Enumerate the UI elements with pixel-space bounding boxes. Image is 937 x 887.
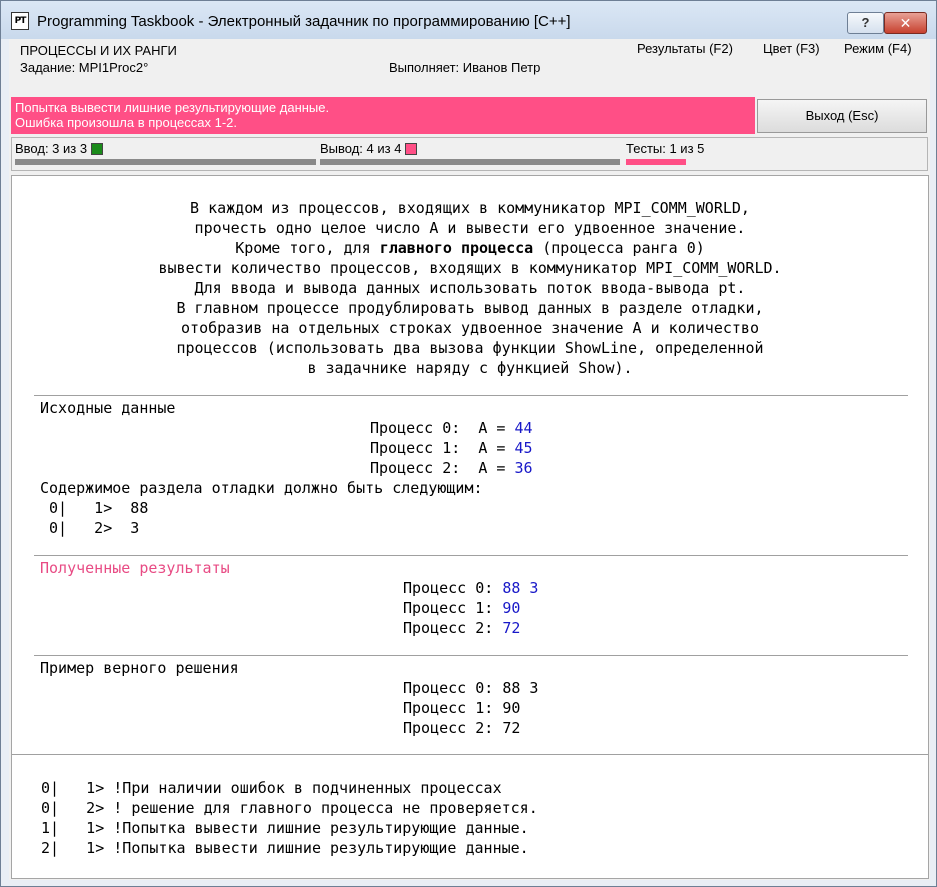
result-row-label: Процесс 2: (403, 619, 503, 637)
task-text-pane[interactable]: В каждом из процессов, входящих в коммун… (11, 175, 929, 879)
color-menu-item[interactable]: Цвет (F3) (763, 41, 820, 56)
author-name: Выполняет: Иванов Петр (389, 60, 541, 75)
error-location: Ошибка произошла в процессах 1-2. (15, 115, 238, 130)
help-button[interactable]: ? (847, 12, 884, 34)
example-row: Процесс 0: 88 3 (403, 679, 539, 697)
input-row-value: 44 (514, 419, 533, 437)
debug-output-line: 1| 1> !Попытка вывести лишние результиру… (32, 819, 529, 837)
debug-tab-0[interactable]: 0 (85, 878, 100, 879)
input-progress-bar (15, 159, 316, 165)
example-row: Процесс 2: 72 (403, 719, 521, 737)
problem-line: Для ввода и вывода данных использовать п… (194, 279, 746, 297)
result-row-label: Процесс 1: (403, 599, 503, 617)
debug-tab-1[interactable]: 1 (100, 878, 115, 879)
problem-line: В главном процессе продублировать вывод … (176, 299, 764, 317)
result-row-value: 90 (502, 599, 521, 617)
task-name: Задание: MPI1Proc2° (20, 60, 149, 75)
output-progress-bar (320, 159, 620, 165)
main-window: PT Programming Taskbook - Электронный за… (0, 0, 937, 887)
debug-output-line: 2| 1> !Попытка вывести лишние результиру… (32, 839, 529, 857)
input-row-label: Процесс 0: A = (370, 419, 515, 437)
problem-emphasis: главного процесса (379, 239, 534, 257)
tests-status: Тесты: 1 из 5 (626, 141, 705, 156)
input-row-value: 36 (514, 459, 533, 477)
debug-tab-all[interactable]: * (70, 878, 85, 879)
input-status-indicator (91, 143, 104, 155)
input-row-label: Процесс 2: A = (370, 459, 515, 477)
debug-expected-line: 0| 2> 3 (40, 519, 140, 537)
input-row-value: 45 (514, 439, 533, 457)
input-section-title: Исходные данные (40, 399, 176, 417)
mode-menu-item[interactable]: Режим (F4) (844, 41, 912, 56)
results-menu-item[interactable]: Результаты (F2) (637, 41, 733, 56)
debug-tab-2[interactable]: 2 (116, 878, 131, 879)
example-row: Процесс 1: 90 (403, 699, 521, 717)
result-row-value: 88 3 (502, 579, 539, 597)
result-row: Процесс 1: 90 (403, 598, 520, 618)
output-status-indicator (405, 143, 418, 155)
problem-line: В каждом из процессов, входящих в коммун… (190, 199, 750, 217)
result-row: Процесс 0: 88 3 (403, 578, 538, 598)
result-row-label: Процесс 0: (403, 579, 503, 597)
debug-expected-title: Содержимое раздела отладки должно быть с… (40, 479, 483, 497)
input-status-text: Ввод: 3 из 3 (15, 141, 88, 156)
status-row: Ввод: 3 из 3 Вывод: 4 из 4 Тесты: 1 из 5 (11, 137, 928, 171)
result-row: Процесс 2: 72 (403, 618, 520, 638)
example-section-title: Пример верного решения (40, 659, 239, 677)
debug-tabs: *012 (12, 858, 131, 878)
section-divider (34, 395, 908, 396)
title-bar[interactable]: PT Programming Taskbook - Электронный за… (1, 1, 936, 39)
result-row-value: 72 (502, 619, 521, 637)
tests-progress-bar (626, 159, 686, 165)
debug-output-line: 0| 1> !При наличии ошибок в подчиненных … (32, 779, 502, 797)
error-message: Попытка вывести лишние результирующие да… (15, 100, 330, 115)
input-row-label: Процесс 1: A = (370, 439, 515, 457)
problem-line: Кроме того, для главного процесса (проце… (12, 238, 928, 258)
debug-output-line: 0| 2> ! решение для главного процесса не… (32, 799, 538, 817)
input-row: Процесс 0: A = 44 (370, 418, 533, 438)
problem-line: отобразив на отдельных строках удвоенное… (181, 319, 759, 337)
error-panel: Попытка вывести лишние результирующие да… (11, 97, 755, 134)
input-row: Процесс 1: A = 45 (370, 438, 533, 458)
output-status-text: Вывод: 4 из 4 (320, 141, 402, 156)
problem-text: (процесса ранга 0) (533, 239, 705, 257)
app-icon: PT (11, 12, 29, 30)
problem-line: прочесть одно целое число A и вывести ег… (194, 219, 746, 237)
problem-line: в задачнике наряду с функцией Show). (307, 359, 633, 377)
output-status: Вывод: 4 из 4 (320, 141, 418, 156)
topic-title: ПРОЦЕССЫ И ИХ РАНГИ (20, 43, 177, 58)
results-section-title: Полученные результаты (40, 559, 230, 577)
close-button[interactable]: ✕ (884, 12, 927, 34)
input-status: Ввод: 3 из 3 (15, 141, 104, 156)
problem-text: Кроме того, для (235, 239, 380, 257)
client-area: ПРОЦЕССЫ И ИХ РАНГИ Задание: MPI1Proc2° … (9, 39, 930, 880)
section-divider (34, 655, 908, 656)
window-title: Programming Taskbook - Электронный задач… (37, 13, 571, 30)
problem-line: процессов (использовать два вызова функц… (176, 339, 764, 357)
input-row: Процесс 2: A = 36 (370, 458, 533, 478)
exit-button[interactable]: Выход (Esc) (757, 99, 927, 133)
problem-line: вывести количество процессов, входящих в… (158, 259, 782, 277)
debug-expected-line: 0| 1> 88 (40, 499, 149, 517)
section-divider (34, 555, 908, 556)
debug-divider (12, 754, 928, 755)
